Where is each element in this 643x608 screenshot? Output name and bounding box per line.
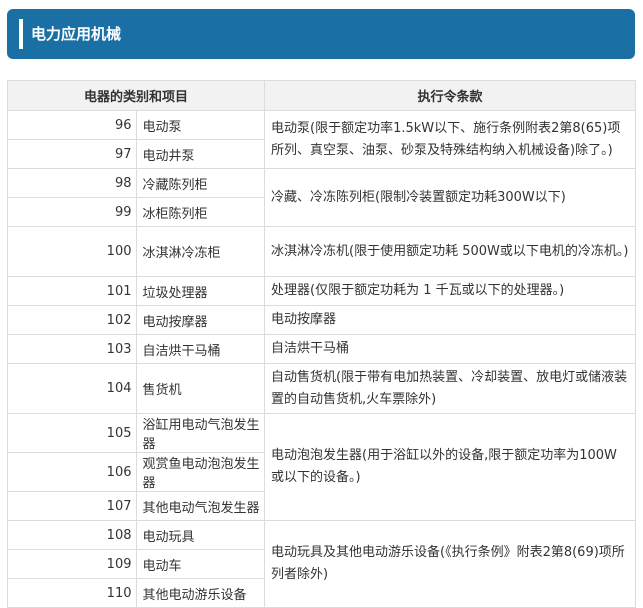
row-number: 101 <box>7 276 137 306</box>
table-header-row: 电器的类别和项目 执行令条款 <box>7 80 636 111</box>
row-clause: 自洁烘干马桶 <box>264 334 636 364</box>
row-number: 103 <box>7 334 137 364</box>
table-row: 96 电动泵 电动泵(限于额定功率1.5kW以下、施行条例附表2第8(65)项所… <box>7 110 636 169</box>
row-item: 其他电动游乐设备 <box>135 578 265 608</box>
column-header-clause: 执行令条款 <box>264 80 636 111</box>
table-row: 105 浴缸用电动气泡发生器 电动泡泡发生器(用于浴缸以外的设备,限于额定功率为… <box>7 413 636 521</box>
header-accent-bar <box>19 19 23 49</box>
appliance-table: 电器的类别和项目 执行令条款 96 电动泵 电动泵(限于额定功率1.5kW以下、… <box>7 80 636 608</box>
row-item: 浴缸用电动气泡发生器 <box>135 413 265 453</box>
column-header-item: 电器的类别和项目 <box>7 80 265 111</box>
row-clause: 电动泵(限于额定功率1.5kW以下、施行条例附表2第8(65)项所列、真空泵、油… <box>264 110 636 169</box>
section-title: 电力应用机械 <box>31 25 122 43</box>
row-item: 冷藏陈列柜 <box>135 168 265 198</box>
table-row: 102 电动按摩器 电动按摩器 <box>7 305 636 335</box>
row-item: 观赏鱼电动泡泡发生器 <box>135 452 265 492</box>
row-number: 99 <box>7 197 137 227</box>
table-row: 101 垃圾处理器 处理器(仅限于额定功耗为 1 千瓦或以下的处理器。) <box>7 276 636 306</box>
table-row: 103 自洁烘干马桶 自洁烘干马桶 <box>7 334 636 364</box>
row-number: 105 <box>7 413 137 453</box>
page: 电力应用机械 电器的类别和项目 执行令条款 96 电动泵 电动泵(限于额定功率1… <box>0 0 643 608</box>
row-item: 自洁烘干马桶 <box>135 334 265 364</box>
row-item: 电动车 <box>135 549 265 579</box>
row-number: 106 <box>7 452 137 492</box>
section-header: 电力应用机械 <box>7 9 635 59</box>
row-number: 108 <box>7 520 137 550</box>
row-item: 垃圾处理器 <box>135 276 265 306</box>
row-number: 109 <box>7 549 137 579</box>
row-item: 其他电动气泡发生器 <box>135 491 265 521</box>
row-number: 96 <box>7 110 137 140</box>
row-clause: 处理器(仅限于额定功耗为 1 千瓦或以下的处理器。) <box>264 276 636 306</box>
row-number: 100 <box>7 226 137 277</box>
row-item: 售货机 <box>135 363 265 414</box>
row-item: 冰淇淋冷冻柜 <box>135 226 265 277</box>
table-row: 108 电动玩具 电动玩具及其他电动游乐设备(《执行条例》附表2第8(69)项所… <box>7 520 636 608</box>
row-number: 97 <box>7 139 137 169</box>
row-clause: 自动售货机(限于带有电加热装置、冷却装置、放电灯或储液装置的自动售货机,火车票除… <box>264 363 636 414</box>
row-item: 电动玩具 <box>135 520 265 550</box>
row-clause: 冰淇淋冷冻机(限于使用额定功耗 500W或以下电机的冷冻机。) <box>264 226 636 277</box>
row-clause: 电动按摩器 <box>264 305 636 335</box>
row-clause: 冷藏、冷冻陈列柜(限制冷装置额定功耗300W以下) <box>264 168 636 227</box>
row-clause: 电动玩具及其他电动游乐设备(《执行条例》附表2第8(69)项所列者除外) <box>264 520 636 608</box>
row-number: 102 <box>7 305 137 335</box>
row-item: 电动按摩器 <box>135 305 265 335</box>
row-item: 冰柜陈列柜 <box>135 197 265 227</box>
table-row: 100 冰淇淋冷冻柜 冰淇淋冷冻机(限于使用额定功耗 500W或以下电机的冷冻机… <box>7 226 636 277</box>
row-item: 电动井泵 <box>135 139 265 169</box>
row-item: 电动泵 <box>135 110 265 140</box>
row-number: 110 <box>7 578 137 608</box>
table-row: 98 冷藏陈列柜 冷藏、冷冻陈列柜(限制冷装置额定功耗300W以下) <box>7 168 636 227</box>
table-row: 104 售货机 自动售货机(限于带有电加热装置、冷却装置、放电灯或储液装置的自动… <box>7 363 636 414</box>
row-clause: 电动泡泡发生器(用于浴缸以外的设备,限于额定功率为100W或以下的设备。) <box>264 413 636 521</box>
row-number: 104 <box>7 363 137 414</box>
row-number: 98 <box>7 168 137 198</box>
row-number: 107 <box>7 491 137 521</box>
